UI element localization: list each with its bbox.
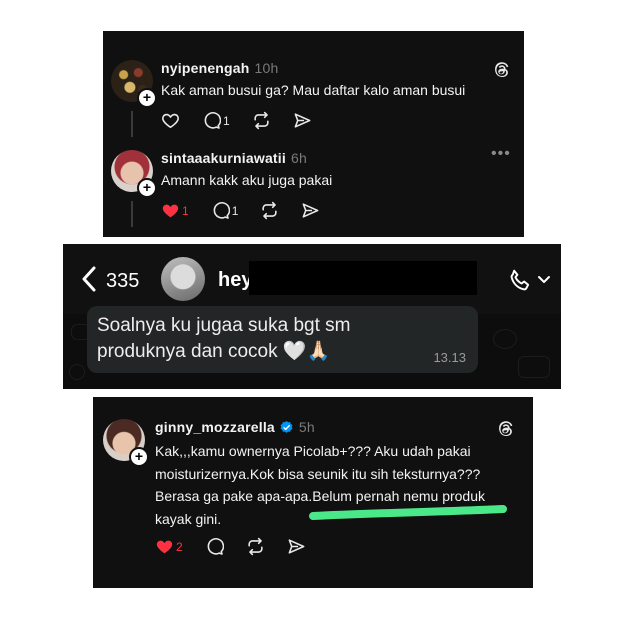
repost-button-3[interactable] (246, 537, 265, 556)
username-text-2[interactable]: sintaaakurniawatii (161, 150, 286, 166)
comment-time-3: 5h (298, 419, 315, 435)
comment-username[interactable]: nyipenengah 10h (161, 60, 279, 76)
wallpaper-doodle (518, 356, 550, 378)
thread-connector-line-2 (131, 201, 133, 227)
action-row-2: 1 1 (161, 201, 342, 220)
redaction-box (249, 261, 477, 295)
phone-call-icon[interactable] (507, 268, 533, 294)
chat-header: 335 hey (63, 244, 561, 314)
comment-bubble-icon (207, 538, 224, 555)
action-row-1: 1 (161, 111, 334, 130)
like-button-3[interactable]: 2 (155, 537, 183, 556)
repost-button-2[interactable] (260, 201, 279, 220)
reply-button-2[interactable]: 1 (211, 201, 239, 220)
send-icon (302, 203, 319, 218)
contact-name[interactable]: hey (218, 269, 252, 292)
message-text: Soalnya ku jugaa suka bgt sm produknya d… (97, 315, 351, 362)
like-button-2[interactable]: 1 (161, 201, 189, 220)
heart-filled-icon (156, 540, 173, 554)
comment-bubble-icon (213, 202, 230, 219)
comment-text-2: Amann kakk aku juga pakai (161, 172, 333, 188)
follow-plus-icon-3[interactable]: + (129, 447, 149, 467)
share-button-2[interactable] (301, 201, 320, 220)
follow-plus-icon[interactable]: + (137, 88, 157, 108)
reply-count: 1 (223, 113, 230, 128)
share-button-3[interactable] (287, 537, 306, 556)
like-count-3: 2 (176, 539, 183, 554)
wallpaper-doodle (493, 329, 517, 349)
follow-plus-icon-2[interactable]: + (137, 178, 157, 198)
reply-button-3[interactable] (205, 537, 224, 556)
share-button[interactable] (293, 111, 312, 130)
comment-time-2: 6h (290, 150, 307, 166)
more-options-icon[interactable]: ••• (491, 145, 511, 163)
repost-button[interactable] (252, 111, 271, 130)
threads-logo-icon (499, 421, 513, 436)
comment-username-2[interactable]: sintaaakurniawatii 6h (161, 150, 307, 166)
threads-comment-panel-1: + nyipenengah 10h Kak aman busui ga? Mau … (103, 31, 524, 237)
green-highlight-stroke (309, 505, 507, 520)
send-icon (288, 539, 305, 554)
threads-comment-panel-2: + ginny_mozzarella 5h Kak,,,kamu ownerny… (93, 397, 533, 588)
contact-avatar[interactable] (161, 257, 205, 301)
back-chevron-icon[interactable] (81, 266, 97, 292)
username-text[interactable]: nyipenengah (161, 60, 250, 76)
username-text-3[interactable]: ginny_mozzarella (155, 419, 275, 435)
wallpaper-doodle (69, 364, 85, 380)
like-count: 1 (182, 203, 189, 218)
reply-button[interactable]: 1 (202, 111, 230, 130)
message-bubble[interactable]: Soalnya ku jugaa suka bgt sm produknya d… (87, 306, 478, 373)
repost-icon (254, 111, 269, 130)
whatsapp-chat-panel: 335 hey Soalnya ku jugaa suka bgt sm pro… (63, 244, 561, 389)
threads-logo-icon (495, 62, 509, 77)
comment-username-3[interactable]: ginny_mozzarella 5h (155, 419, 315, 435)
send-icon (294, 113, 311, 128)
action-row-3: 2 (155, 537, 328, 556)
reply-count-2: 1 (231, 203, 239, 218)
chevron-down-icon[interactable] (537, 275, 551, 285)
like-button[interactable] (161, 111, 180, 130)
repost-icon (248, 537, 263, 556)
message-time: 13.13 (433, 350, 466, 365)
heart-filled-icon (162, 204, 179, 218)
unread-count[interactable]: 335 (106, 270, 139, 293)
comment-text: Kak aman busui ga? Mau daftar kalo aman … (161, 82, 466, 98)
thread-connector-line (131, 111, 133, 137)
repost-icon (262, 201, 277, 220)
comment-bubble-icon (204, 112, 221, 129)
verified-badge-icon (280, 420, 293, 433)
comment-time: 10h (254, 60, 279, 76)
heart-outline-icon (162, 113, 179, 129)
